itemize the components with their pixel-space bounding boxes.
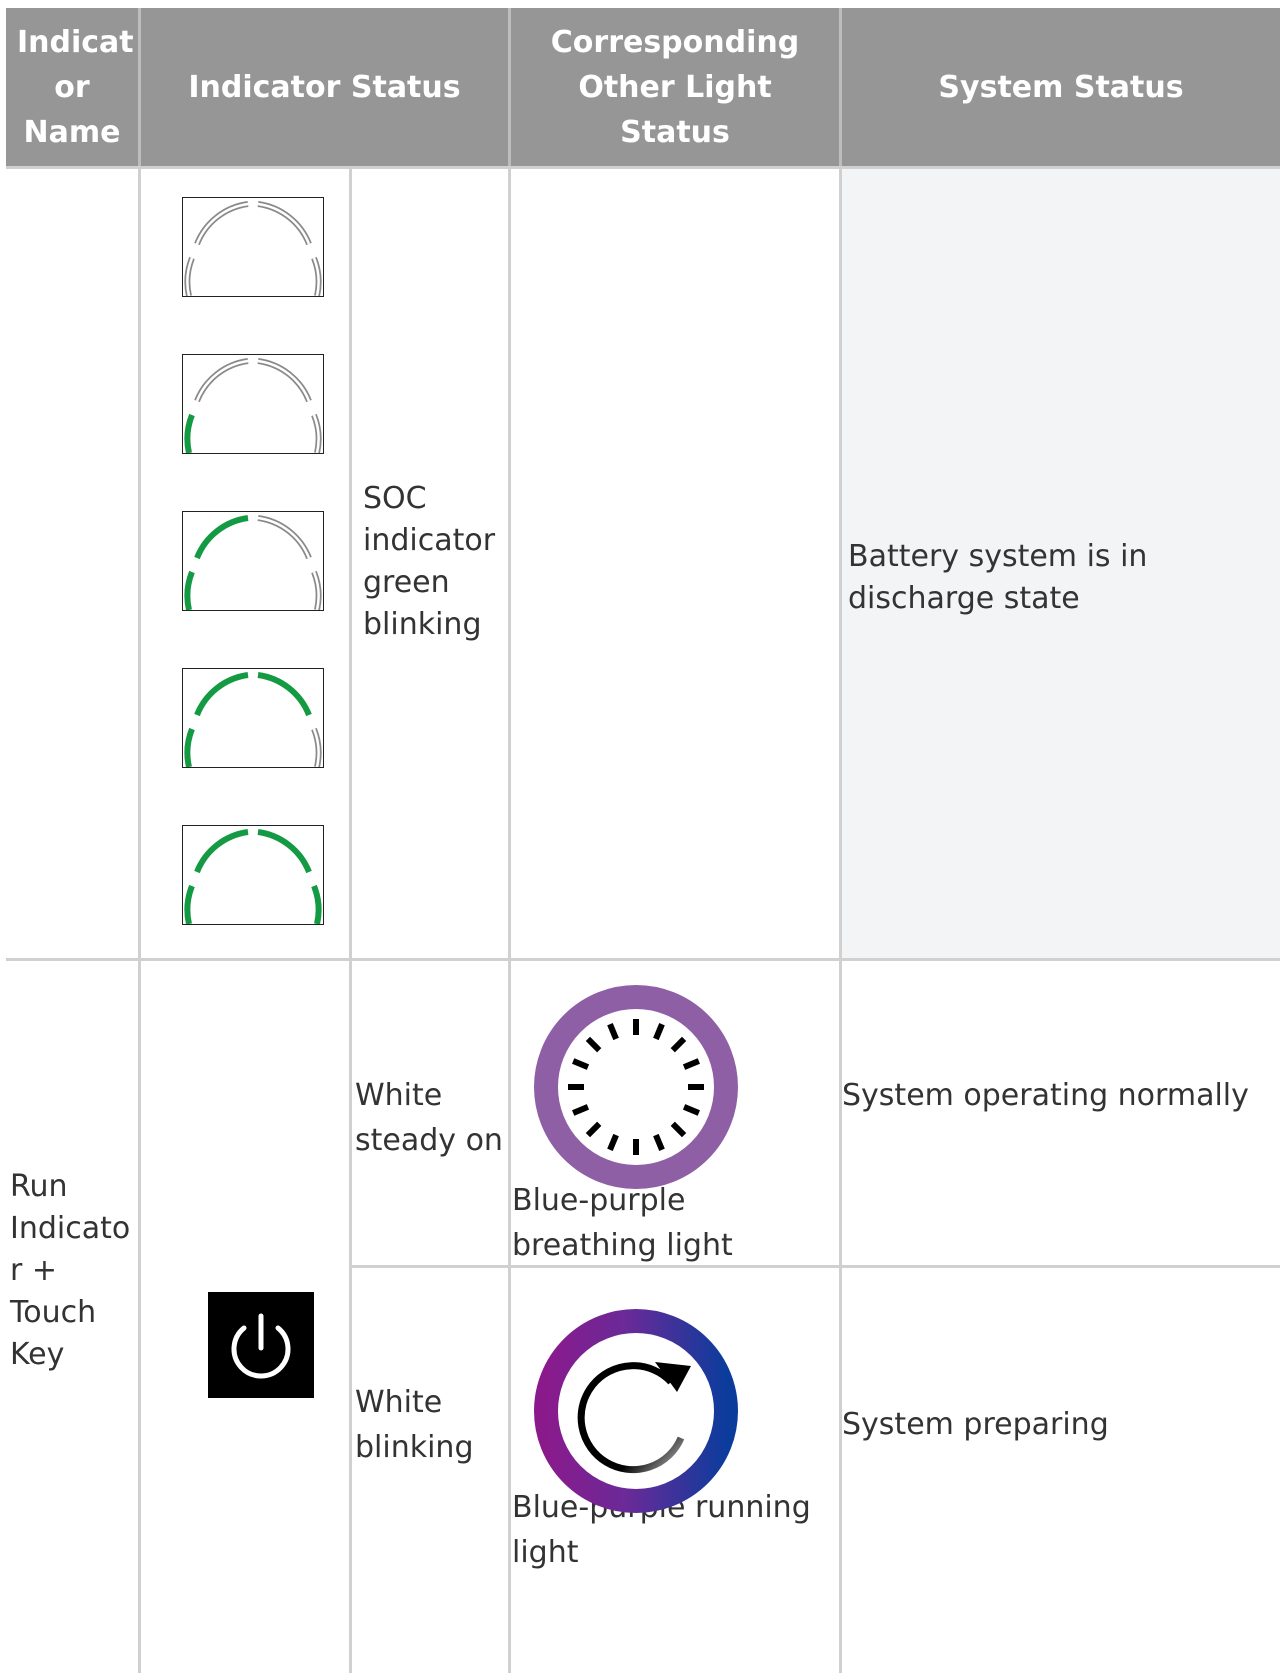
white-steady-status: White steady on — [355, 1073, 505, 1163]
soc-status-label: SOC indicator green blinking — [363, 481, 496, 642]
header-corresponding-other-label: Corresponding Other Light Status — [550, 24, 800, 150]
system-preparing-label: System preparing — [842, 1407, 1109, 1442]
soc-indicator-level-1-icon — [182, 354, 324, 454]
system-operating-label: System operating normally — [842, 1078, 1249, 1113]
power-symbol — [231, 1313, 291, 1379]
soc-arc-level-2 — [184, 515, 322, 610]
header-indicator-name-label: Indicat or Name — [17, 24, 134, 150]
breathing-light-caption-label: Blue-purple breathing light — [512, 1183, 733, 1263]
breathing-tick — [572, 1104, 590, 1116]
run-indicator-name-label: Run Indicato r + Touch Key — [10, 1169, 131, 1372]
breathing-tick — [607, 1023, 619, 1041]
system-operating-text: System operating normally — [842, 1073, 1262, 1118]
soc-indicator-level-2-icon — [182, 511, 324, 611]
header-corresponding-other: Corresponding Other Light Status — [511, 8, 839, 166]
soc-indicator-level-4-icon — [182, 825, 324, 925]
run-indicator-name: Run Indicato r + Touch Key — [10, 1166, 134, 1376]
system-preparing-text: System preparing — [842, 1402, 1262, 1447]
breathing-tick — [682, 1058, 700, 1070]
header-system-status: System Status — [842, 8, 1280, 166]
breathing-tick — [653, 1133, 665, 1151]
breathing-tick — [670, 1121, 687, 1138]
soc-indicator-level-3-icon — [182, 668, 324, 768]
running-light-icon — [534, 1309, 738, 1513]
header-indicator-status: Indicator Status — [141, 8, 508, 166]
header-system-status-label: System Status — [938, 69, 1184, 105]
breathing-tick — [585, 1036, 602, 1053]
soc-arc-level-0 — [184, 201, 322, 296]
soc-arc-level-3 — [184, 672, 322, 767]
breathing-tick — [670, 1036, 687, 1053]
soc-system-text: Battery system is in discharge state — [848, 536, 1268, 620]
white-blinking-status: White blinking — [355, 1380, 505, 1470]
breathing-tick — [572, 1058, 590, 1070]
header-indicator-status-label: Indicator Status — [188, 69, 461, 105]
header-indicator-name: Indicat or Name — [6, 8, 138, 166]
breathing-tick — [682, 1104, 700, 1116]
white-blinking-status-label: White blinking — [355, 1385, 474, 1465]
white-steady-status-label: White steady on — [355, 1078, 503, 1158]
soc-indicator-level-0-icon — [182, 197, 324, 297]
breathing-tick — [585, 1121, 602, 1138]
soc-arc-level-1 — [184, 358, 322, 453]
soc-system-label: Battery system is in discharge state — [848, 539, 1148, 616]
soc-arc-level-4 — [184, 829, 322, 924]
power-icon — [208, 1292, 314, 1398]
breathing-tick — [607, 1133, 619, 1151]
soc-status-text: SOC indicator green blinking — [363, 478, 503, 646]
breathing-light-icon — [534, 985, 738, 1189]
breathing-tick — [653, 1023, 665, 1041]
